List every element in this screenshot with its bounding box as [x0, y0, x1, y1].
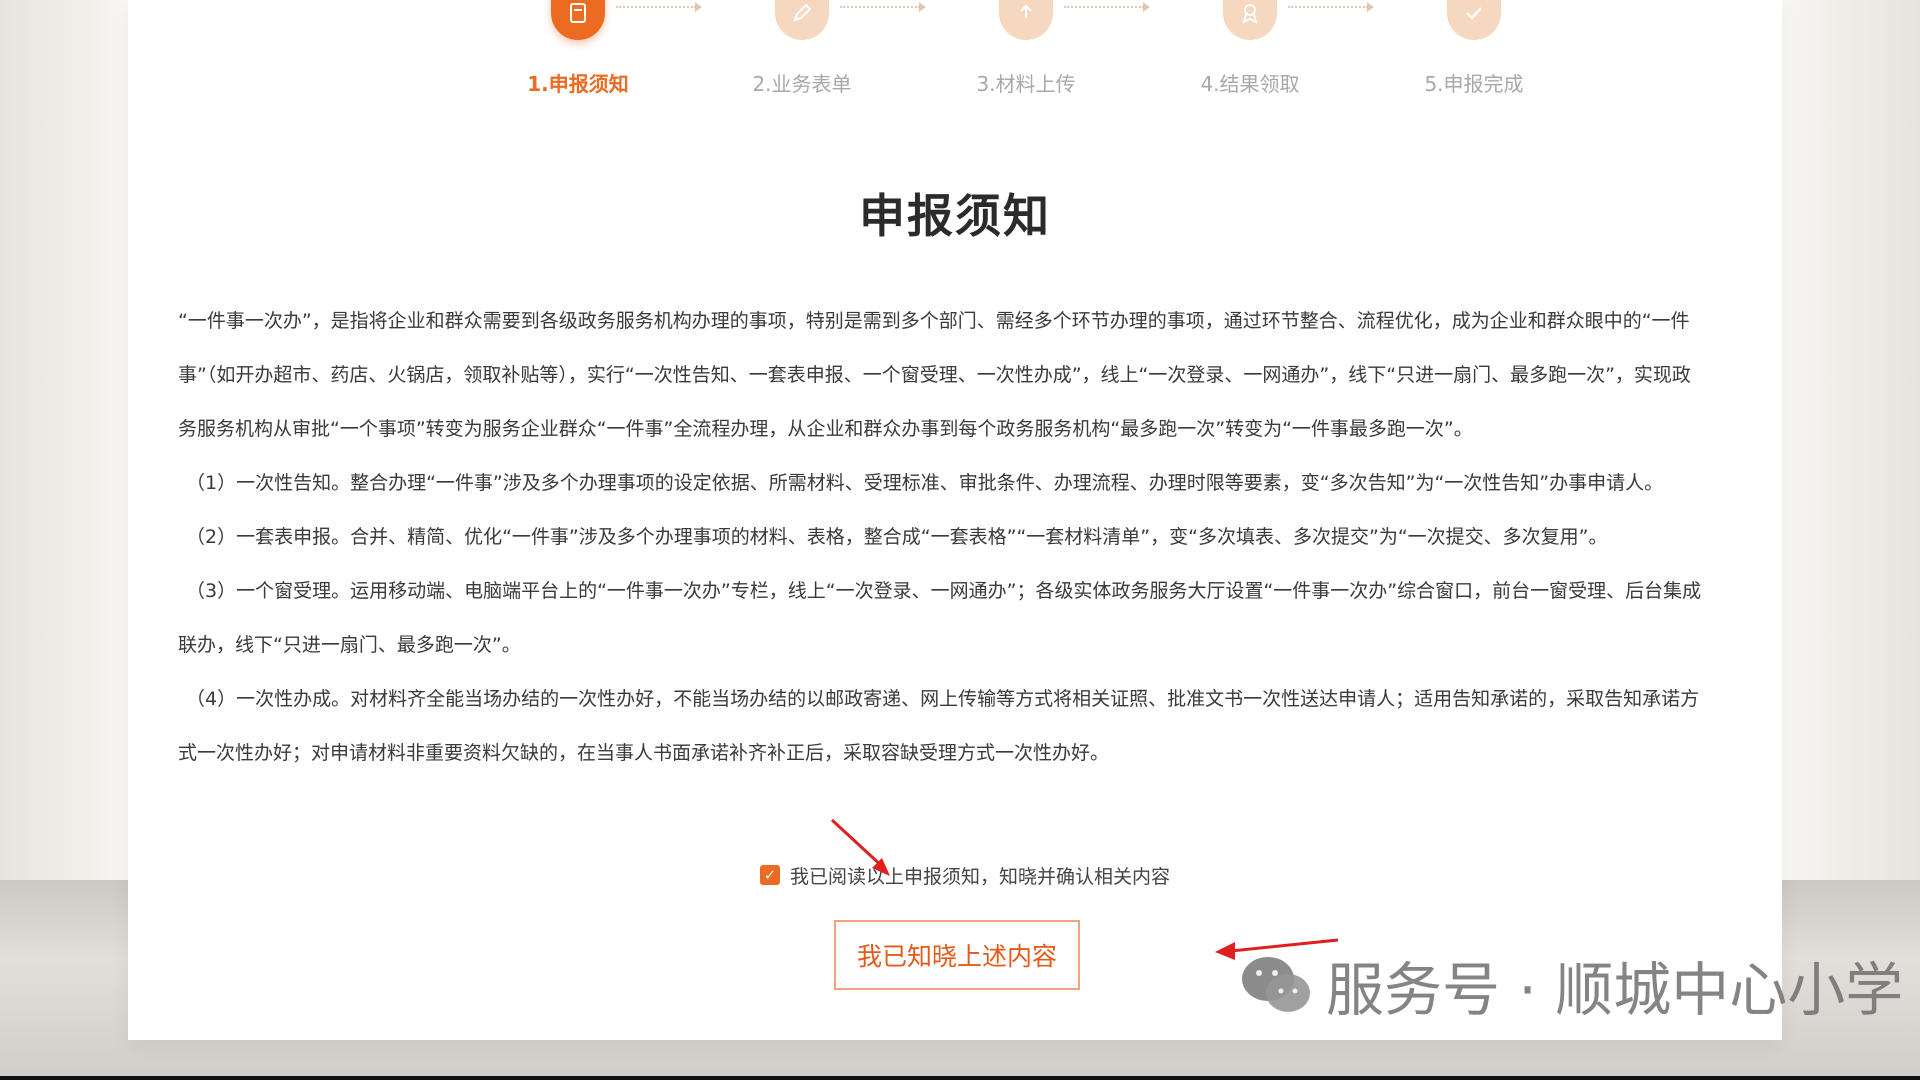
- step-2[interactable]: 2.业务表单: [742, 0, 862, 100]
- step-label: 4.结果领取: [1200, 72, 1300, 96]
- document-icon: [551, 0, 605, 40]
- watermark-text: 服务号 · 顺城中心小学: [1326, 956, 1904, 1024]
- step-connector: [616, 2, 702, 12]
- page-title: 申报须知: [859, 189, 1051, 243]
- bottom-border: [0, 1076, 1920, 1080]
- step-connector: [840, 2, 926, 12]
- notice-paragraph: （3）一个窗受理。运用移动端、电脑端平台上的“一件事一次办”专栏，线上“一次登录…: [178, 580, 1702, 656]
- step-3[interactable]: 3.材料上传: [966, 0, 1086, 100]
- notice-content: “一件事一次办”，是指将企业和群众需要到各级政务服务机构办理的事项，特别是需到多…: [178, 294, 1708, 780]
- award-icon: [1223, 0, 1277, 40]
- check-icon: [1447, 0, 1501, 40]
- notice-paragraph: （4）一次性办成。对材料齐全能当场办结的一次性办好，不能当场办结的以邮政寄递、网…: [178, 688, 1700, 764]
- step-label: 1.申报须知: [527, 72, 629, 96]
- agreement-row[interactable]: ✓ 我已阅读以上申报须知，知晓并确认相关内容: [760, 858, 1170, 892]
- step-1[interactable]: 1.申报须知: [518, 0, 638, 100]
- step-label: 5.申报完成: [1424, 72, 1524, 96]
- agreement-checkbox[interactable]: ✓: [760, 865, 780, 885]
- step-progress: 1.申报须知 2.业务表单 3.材料上传 4.结果领取 5.申报完成: [128, 0, 1782, 110]
- notice-paragraph: （1）一次性告知。整合办理“一件事”涉及多个办理事项的设定依据、所需材料、受理标…: [186, 472, 1664, 494]
- upload-icon: [999, 0, 1053, 40]
- main-panel: 1.申报须知 2.业务表单 3.材料上传 4.结果领取 5.申报完成 申报须知 …: [128, 0, 1782, 1040]
- notice-paragraph: “一件事一次办”，是指将企业和群众需要到各级政务服务机构办理的事项，特别是需到多…: [178, 310, 1691, 440]
- step-connector: [1064, 2, 1150, 12]
- notice-paragraph: （2）一套表申报。合并、精简、优化“一件事”涉及多个办理事项的材料、表格，整合成…: [186, 526, 1608, 548]
- wechat-icon: [1242, 957, 1310, 1012]
- step-4[interactable]: 4.结果领取: [1190, 0, 1310, 100]
- form-edit-icon: [775, 0, 829, 40]
- annotation-arrow-icon: [830, 818, 890, 876]
- step-label: 2.业务表单: [752, 72, 852, 96]
- watermark: 服务号 · 顺城中心小学: [1240, 950, 1903, 1024]
- confirm-button[interactable]: 我已知晓上述内容: [834, 920, 1080, 990]
- step-connector: [1288, 2, 1374, 12]
- step-label: 3.材料上传: [976, 72, 1076, 96]
- step-5[interactable]: 5.申报完成: [1414, 0, 1534, 100]
